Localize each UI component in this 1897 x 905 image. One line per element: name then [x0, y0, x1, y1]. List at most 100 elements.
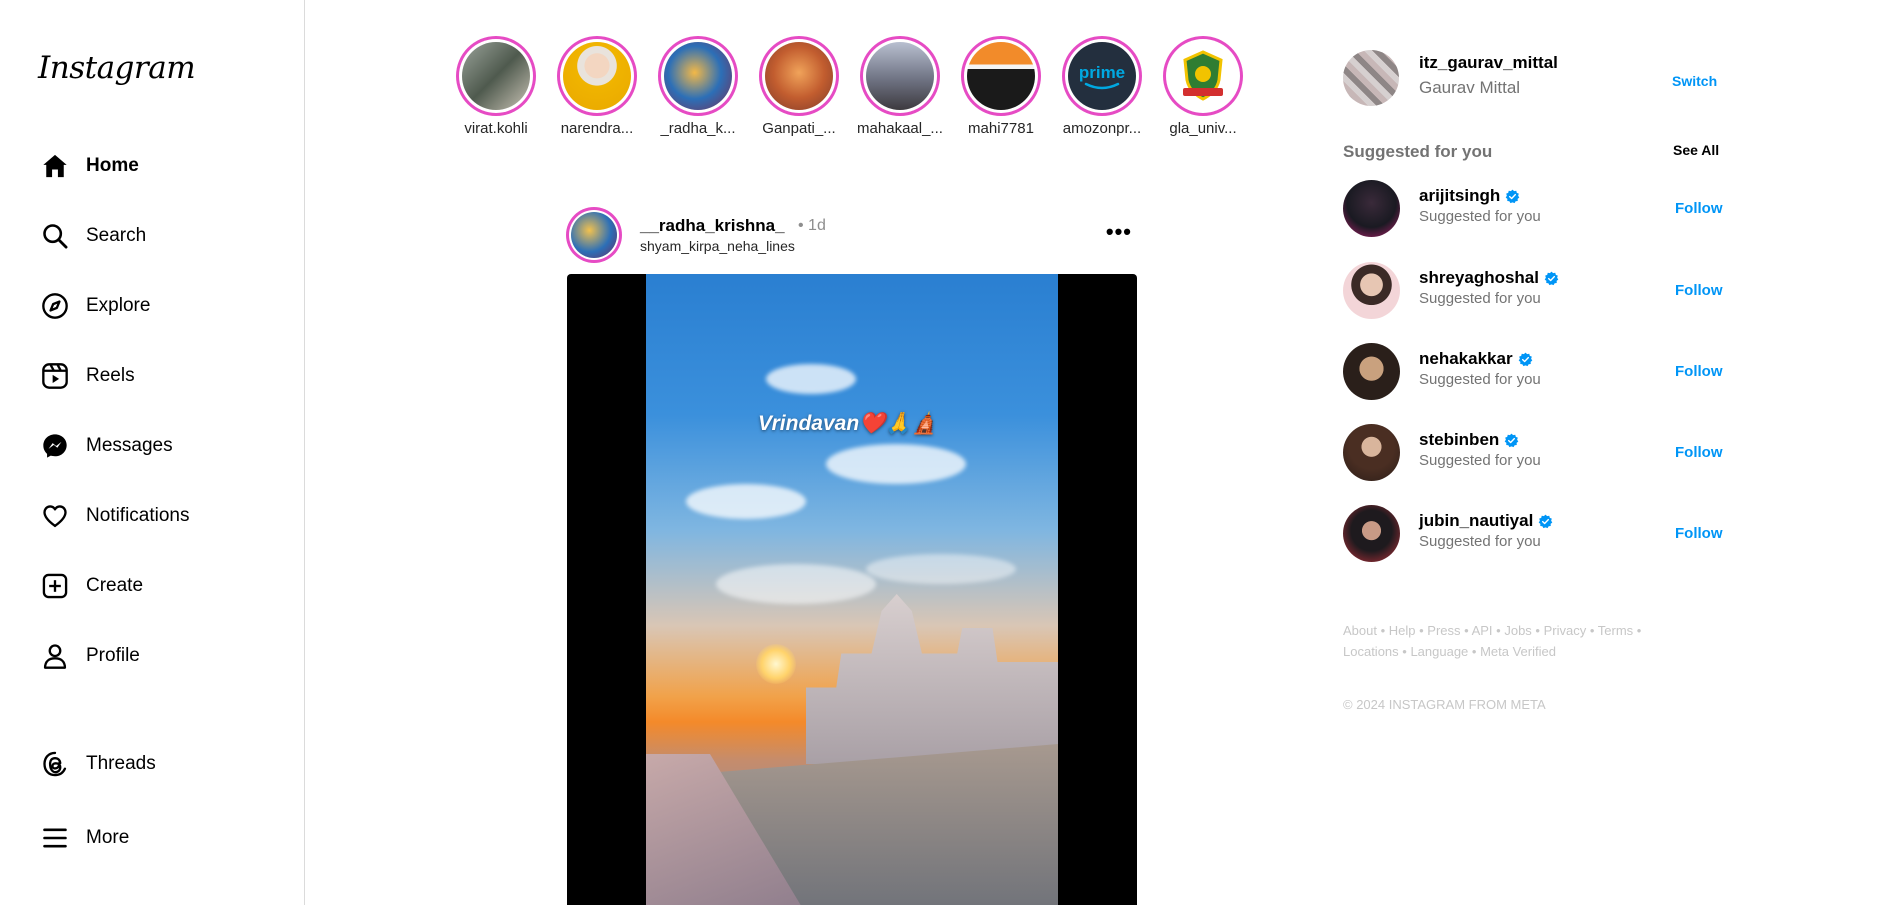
suggestion-avatar[interactable]: [1343, 424, 1400, 481]
story-username: virat.kohli: [464, 120, 528, 137]
footer-link-api[interactable]: API: [1472, 623, 1493, 638]
profile-icon: [40, 641, 70, 671]
verified-badge-icon: [1505, 189, 1520, 203]
current-user: itz_gaurav_mittal Gaurav Mittal: [1343, 50, 1723, 106]
story-ganpati[interactable]: Ganpati_...: [749, 36, 849, 137]
footer-links: About • Help • Press • API • Jobs • Priv…: [1343, 620, 1703, 662]
post-timestamp: • 1d: [798, 217, 826, 234]
footer-separator: •: [1633, 623, 1642, 638]
story-amozonprime[interactable]: prime amozonpr...: [1052, 36, 1152, 137]
story-username: _radha_k...: [660, 120, 736, 137]
footer-separator: •: [1376, 623, 1389, 638]
post-author-username[interactable]: __radha_krishna_: [640, 216, 785, 236]
sidebar-item-home[interactable]: Home: [40, 146, 139, 186]
sidebar-item-reels[interactable]: Reels: [40, 356, 135, 396]
suggestion-subtitle: Suggested for you: [1419, 533, 1541, 550]
footer-separator: •: [1586, 623, 1598, 638]
sun: [756, 644, 796, 684]
switch-account-button[interactable]: Switch: [1672, 73, 1717, 89]
verified-badge-icon: [1504, 433, 1519, 447]
footer-link-language[interactable]: Language: [1410, 644, 1468, 659]
footer-separator: •: [1460, 623, 1472, 638]
story-ring: [961, 36, 1041, 116]
footer-link-help[interactable]: Help: [1389, 623, 1416, 638]
footer-link-jobs[interactable]: Jobs: [1504, 623, 1531, 638]
current-user-username[interactable]: itz_gaurav_mittal: [1419, 53, 1558, 73]
suggestion-avatar[interactable]: [1343, 262, 1400, 319]
suggestion-avatar[interactable]: [1343, 180, 1400, 237]
sidebar-item-label: Profile: [86, 645, 140, 666]
post-author-avatar[interactable]: [566, 207, 622, 263]
sidebar-item-search[interactable]: Search: [40, 216, 146, 256]
suggestion-username[interactable]: jubin_nautiyal: [1419, 511, 1533, 531]
copyright-text: © 2024 INSTAGRAM FROM META: [1343, 697, 1546, 712]
story-gla-univ[interactable]: gla_univ...: [1153, 36, 1253, 137]
footer-link-press[interactable]: Press: [1427, 623, 1460, 638]
story-username: gla_univ...: [1169, 120, 1237, 137]
suggestions-title: Suggested for you: [1343, 142, 1493, 161]
sidebar-item-messages[interactable]: Messages: [40, 426, 173, 466]
sidebar-item-label: More: [86, 827, 130, 848]
story-avatar: [866, 42, 934, 110]
svg-text:prime: prime: [1079, 63, 1125, 82]
story-ring: [456, 36, 536, 116]
sidebar-item-more[interactable]: More: [40, 818, 129, 858]
suggestion-avatar[interactable]: [1343, 505, 1400, 562]
follow-button[interactable]: Follow: [1675, 444, 1723, 461]
current-user-avatar[interactable]: [1343, 50, 1399, 106]
suggestion-username[interactable]: shreyaghoshal: [1419, 268, 1539, 288]
story-narendra[interactable]: narendra...: [547, 36, 647, 137]
sidebar-item-profile[interactable]: Profile: [40, 636, 140, 676]
footer-separator: •: [1415, 623, 1428, 638]
follow-button[interactable]: Follow: [1675, 363, 1723, 380]
sidebar-item-create[interactable]: Create: [40, 566, 143, 606]
post-header: __radha_krishna_ • 1d shyam_kirpa_neha_l…: [566, 207, 1136, 263]
suggestion-username[interactable]: arijitsingh: [1419, 186, 1500, 206]
story-avatar: [967, 42, 1035, 110]
sidebar-item-notifications[interactable]: Notifications: [40, 496, 190, 536]
story-mahi7781[interactable]: mahi7781: [951, 36, 1051, 137]
see-all-button[interactable]: See All: [1673, 142, 1719, 158]
sidebar-item-explore[interactable]: Explore: [40, 286, 150, 326]
suggestion-item: nehakakkar Suggested for you Follow: [1343, 343, 1728, 401]
story-virat-kohli[interactable]: virat.kohli: [446, 36, 546, 137]
story-radha-k[interactable]: _radha_k...: [648, 36, 748, 137]
suggestion-username[interactable]: nehakakkar: [1419, 349, 1513, 369]
footer-link-locations[interactable]: Locations: [1343, 644, 1399, 659]
instagram-logo[interactable]: Instagram: [38, 50, 196, 86]
story-ring: [759, 36, 839, 116]
footer-separator: •: [1398, 644, 1411, 659]
footer-link-about[interactable]: About: [1343, 623, 1377, 638]
suggestion-avatar[interactable]: [1343, 343, 1400, 400]
reels-icon: [40, 361, 70, 391]
sidebar-item-label: Search: [86, 225, 147, 246]
suggestion-subtitle: Suggested for you: [1419, 371, 1541, 388]
footer-separator: •: [1531, 623, 1544, 638]
footer-separator: •: [1492, 623, 1505, 638]
messenger-icon: [40, 431, 70, 461]
post-video[interactable]: Vrindavan❤️🙏🛕: [567, 274, 1137, 905]
story-ring: [860, 36, 940, 116]
footer-link-terms[interactable]: Terms: [1598, 623, 1633, 638]
suggestion-username[interactable]: stebinben: [1419, 430, 1499, 450]
follow-button[interactable]: Follow: [1675, 525, 1723, 542]
post-subtitle[interactable]: shyam_kirpa_neha_lines: [640, 238, 795, 254]
suggestion-subtitle: Suggested for you: [1419, 452, 1541, 469]
sidebar-item-threads[interactable]: Threads: [40, 744, 156, 784]
story-mahakaal[interactable]: mahakaal_...: [850, 36, 950, 137]
sidebar-item-label: Threads: [86, 753, 156, 774]
footer-link-privacy[interactable]: Privacy: [1544, 623, 1587, 638]
story-ring: [1163, 36, 1243, 116]
search-icon: [40, 221, 70, 251]
suggestion-subtitle: Suggested for you: [1419, 208, 1541, 225]
plus-square-icon: [40, 571, 70, 601]
follow-button[interactable]: Follow: [1675, 200, 1723, 217]
story-username: narendra...: [560, 120, 634, 137]
current-user-fullname: Gaurav Mittal: [1419, 78, 1521, 97]
sidebar-item-label: Messages: [86, 435, 173, 456]
suggestion-subtitle: Suggested for you: [1419, 290, 1541, 307]
follow-button[interactable]: Follow: [1675, 282, 1723, 299]
more-options-icon[interactable]: •••: [1106, 219, 1132, 245]
story-username: mahi7781: [968, 120, 1034, 137]
footer-link-meta-verified[interactable]: Meta Verified: [1480, 644, 1556, 659]
